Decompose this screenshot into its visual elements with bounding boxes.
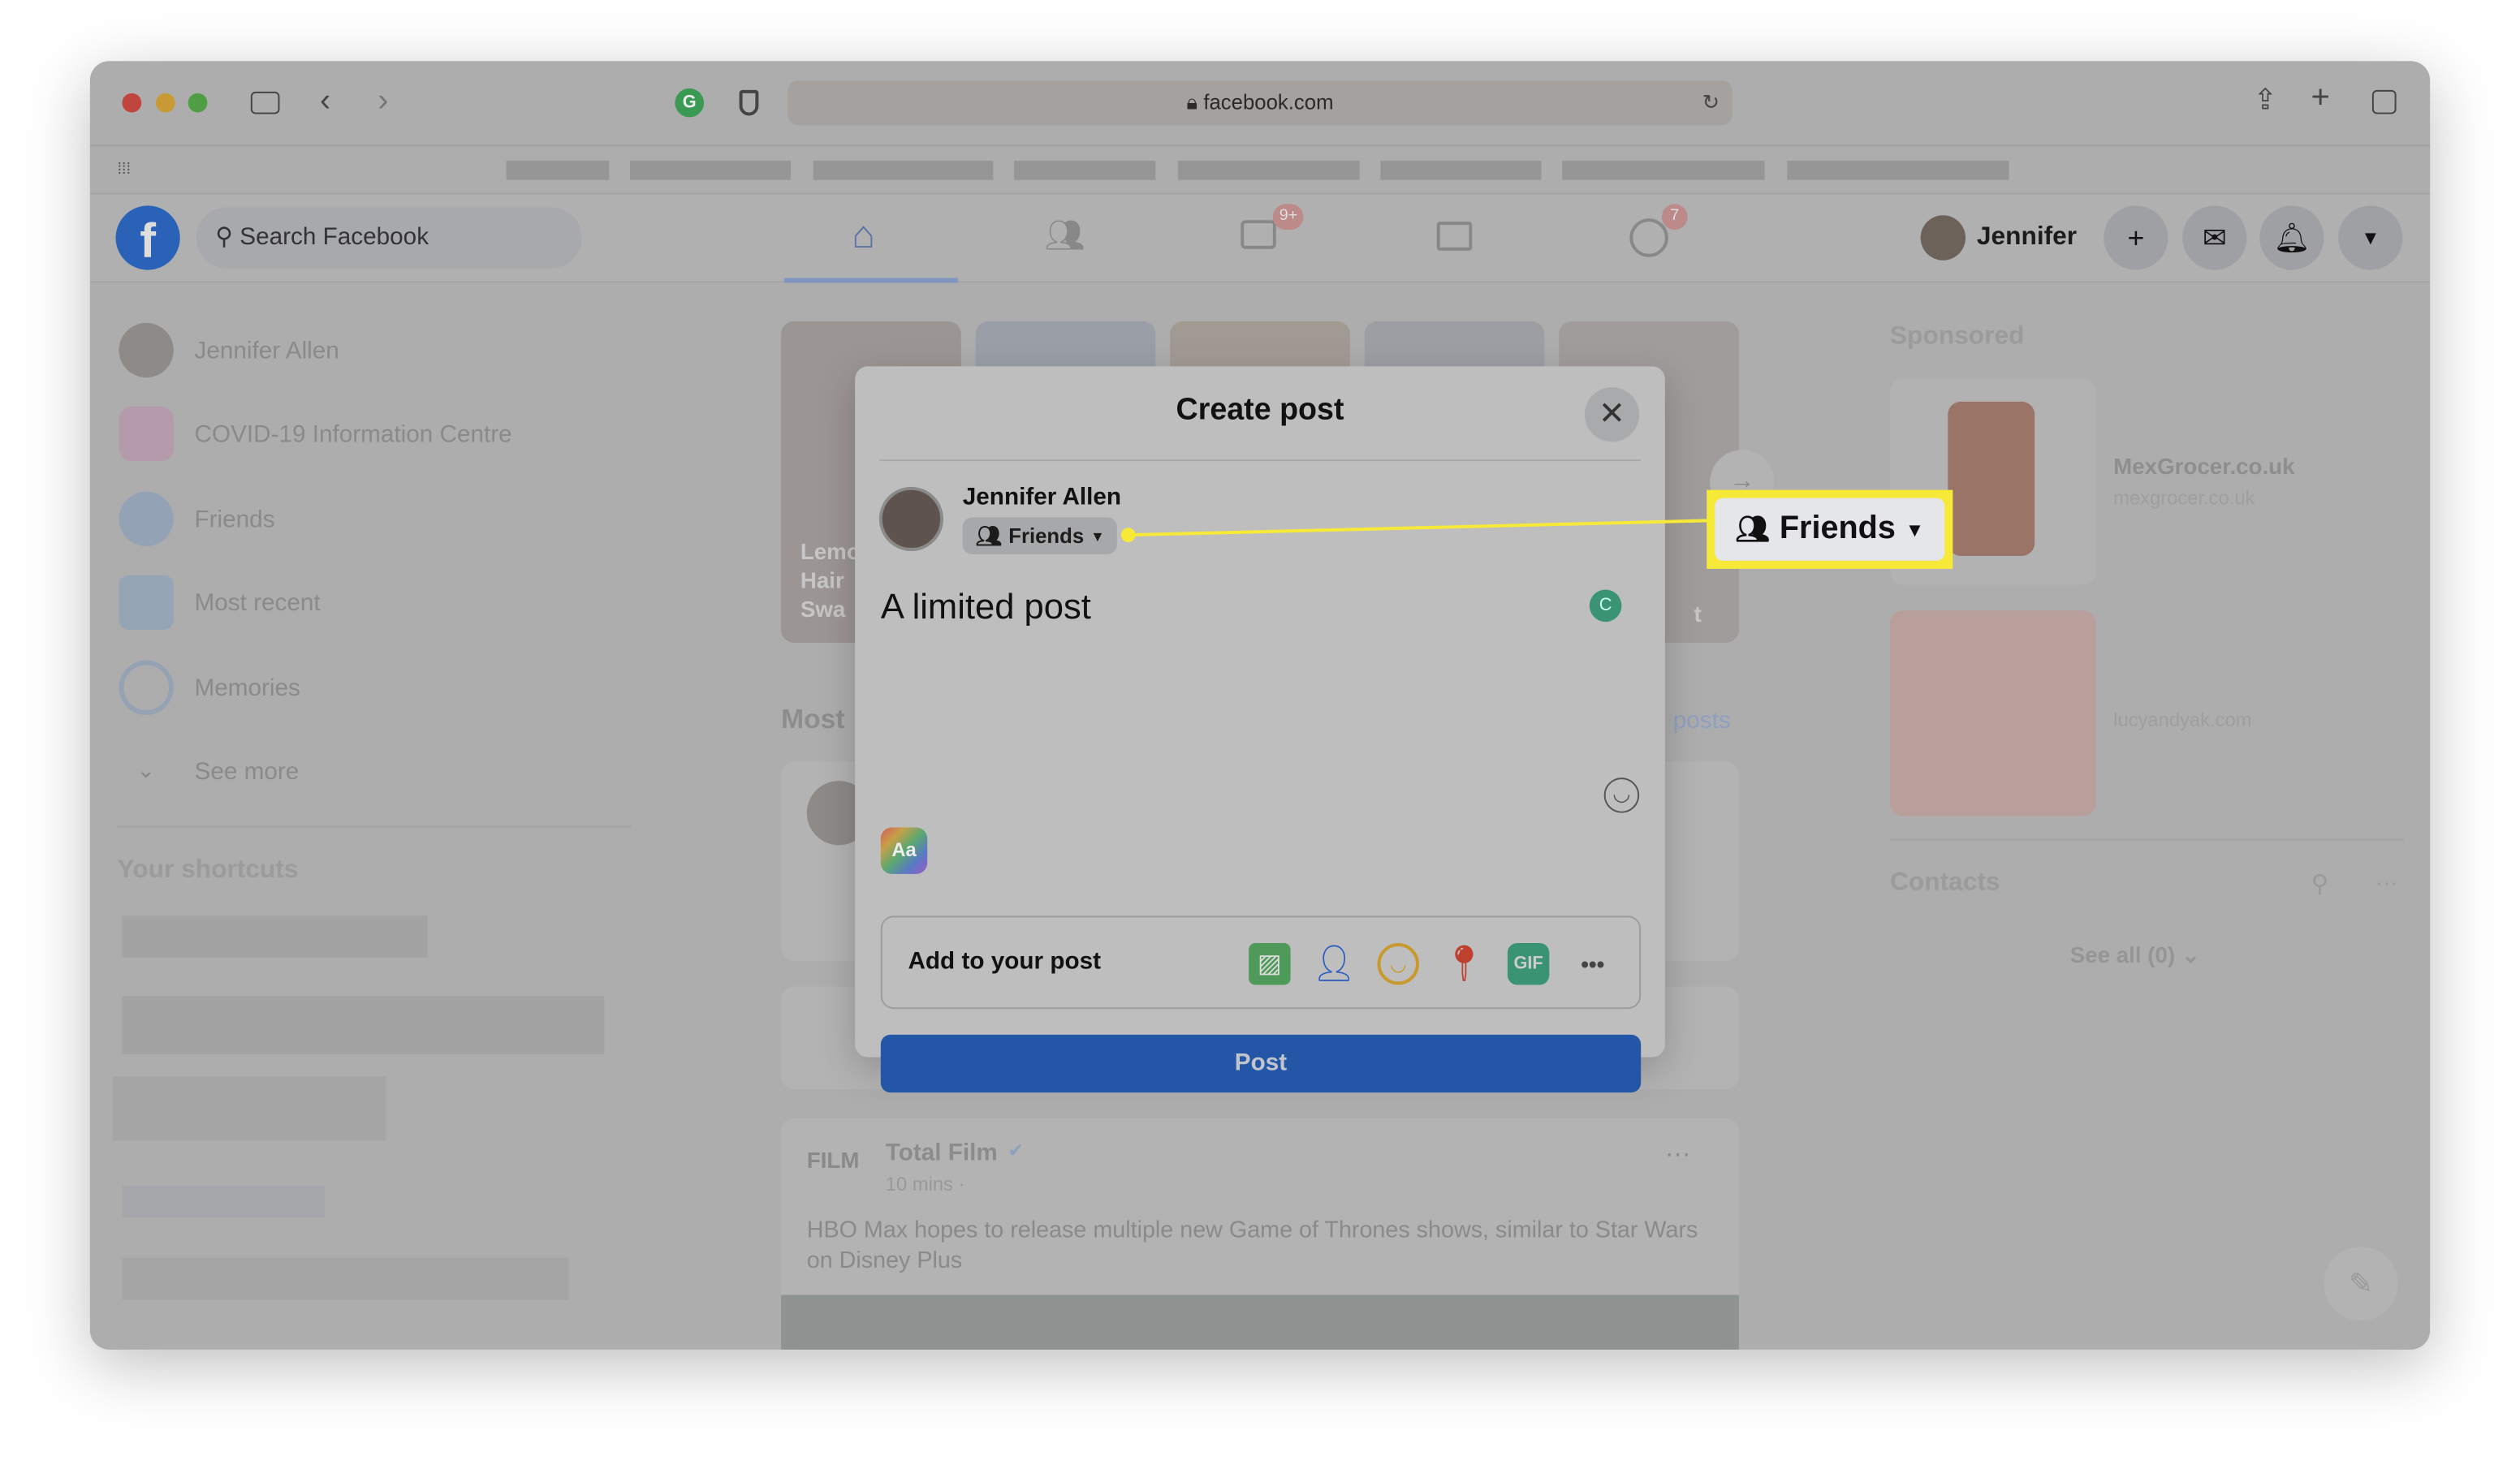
callout-dot	[1120, 528, 1136, 543]
friends-icon: 👥︎	[1735, 513, 1770, 545]
callout-line	[1120, 519, 1711, 543]
audience-callout-highlight: 👥︎ Friends ▼	[1707, 489, 1953, 569]
browser-window: ‹ › G 🔒︎ facebook.com ↻ ⇪ + ⁞⁞⁞ f ⚲ Searc…	[89, 61, 2431, 1350]
callout-label: Friends	[1779, 510, 1896, 547]
caret-down-icon: ▼	[1905, 518, 1925, 541]
